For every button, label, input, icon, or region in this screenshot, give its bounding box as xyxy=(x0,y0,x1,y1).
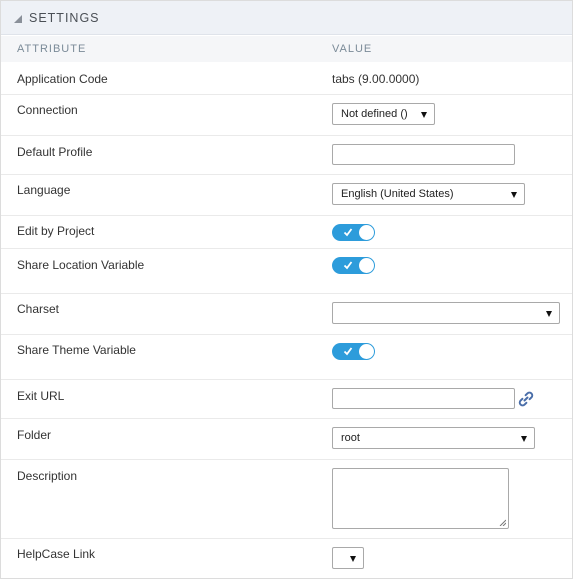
edit-by-project-toggle[interactable] xyxy=(332,224,375,241)
edit-by-project-label: Edit by Project xyxy=(17,224,95,238)
default-profile-label: Default Profile xyxy=(17,145,93,159)
value-column-header: VALUE xyxy=(332,43,373,55)
chevron-down-icon xyxy=(350,556,356,562)
row-connection: Connection Not defined () xyxy=(1,95,572,136)
row-helpcase-link: HelpCase Link xyxy=(1,539,572,578)
helpcase-link-select[interactable] xyxy=(332,547,364,569)
description-textarea[interactable] xyxy=(332,468,509,529)
chevron-down-icon xyxy=(421,112,427,118)
settings-panel: SETTINGS ATTRIBUTE VALUE Application Cod… xyxy=(0,0,573,579)
application-code-label: Application Code xyxy=(17,72,108,86)
share-theme-variable-label: Share Theme Variable xyxy=(17,343,136,357)
default-profile-input[interactable] xyxy=(332,144,515,165)
panel-title: SETTINGS xyxy=(29,11,100,25)
language-selected-value: English (United States) xyxy=(341,188,454,200)
row-language: Language English (United States) xyxy=(1,175,572,216)
row-charset: Charset xyxy=(1,294,572,335)
chevron-down-icon xyxy=(511,192,517,198)
connection-selected-value: Not defined () xyxy=(341,108,408,120)
checkmark-icon xyxy=(343,347,353,356)
toggle-knob xyxy=(359,225,374,240)
connection-select[interactable]: Not defined () xyxy=(332,103,435,125)
language-label: Language xyxy=(17,183,71,197)
folder-label: Folder xyxy=(17,428,52,442)
share-location-variable-toggle[interactable] xyxy=(332,257,375,274)
row-description: Description xyxy=(1,460,572,539)
row-edit-by-project: Edit by Project xyxy=(1,216,572,249)
row-application-code: Application Code tabs (9.00.0000) xyxy=(1,62,572,95)
row-share-location-variable: Share Location Variable xyxy=(1,249,572,294)
application-code-value: tabs (9.00.0000) xyxy=(332,72,420,86)
helpcase-link-label: HelpCase Link xyxy=(17,547,96,561)
settings-header[interactable]: SETTINGS xyxy=(1,1,572,35)
attribute-column-header: ATTRIBUTE xyxy=(17,43,87,55)
resize-grip-icon[interactable] xyxy=(499,519,506,526)
checkmark-icon xyxy=(343,261,353,270)
link-icon[interactable] xyxy=(517,390,535,408)
share-theme-variable-toggle[interactable] xyxy=(332,343,375,360)
row-exit-url: Exit URL xyxy=(1,380,572,419)
share-location-variable-label: Share Location Variable xyxy=(17,258,145,272)
folder-selected-value: root xyxy=(341,432,360,444)
chevron-down-icon xyxy=(521,436,527,442)
row-share-theme-variable: Share Theme Variable xyxy=(1,335,572,380)
row-default-profile: Default Profile xyxy=(1,136,572,175)
toggle-knob xyxy=(359,344,374,359)
collapse-triangle-icon[interactable] xyxy=(14,15,22,23)
exit-url-input[interactable] xyxy=(332,388,515,409)
language-select[interactable]: English (United States) xyxy=(332,183,525,205)
connection-label: Connection xyxy=(17,103,78,117)
chevron-down-icon xyxy=(546,311,552,317)
column-header-row: ATTRIBUTE VALUE xyxy=(1,36,572,62)
row-folder: Folder root xyxy=(1,419,572,460)
exit-url-label: Exit URL xyxy=(17,389,65,403)
toggle-knob xyxy=(359,258,374,273)
description-label: Description xyxy=(17,469,78,483)
folder-select[interactable]: root xyxy=(332,427,535,449)
checkmark-icon xyxy=(343,228,353,237)
charset-select[interactable] xyxy=(332,302,560,324)
charset-label: Charset xyxy=(17,302,60,316)
